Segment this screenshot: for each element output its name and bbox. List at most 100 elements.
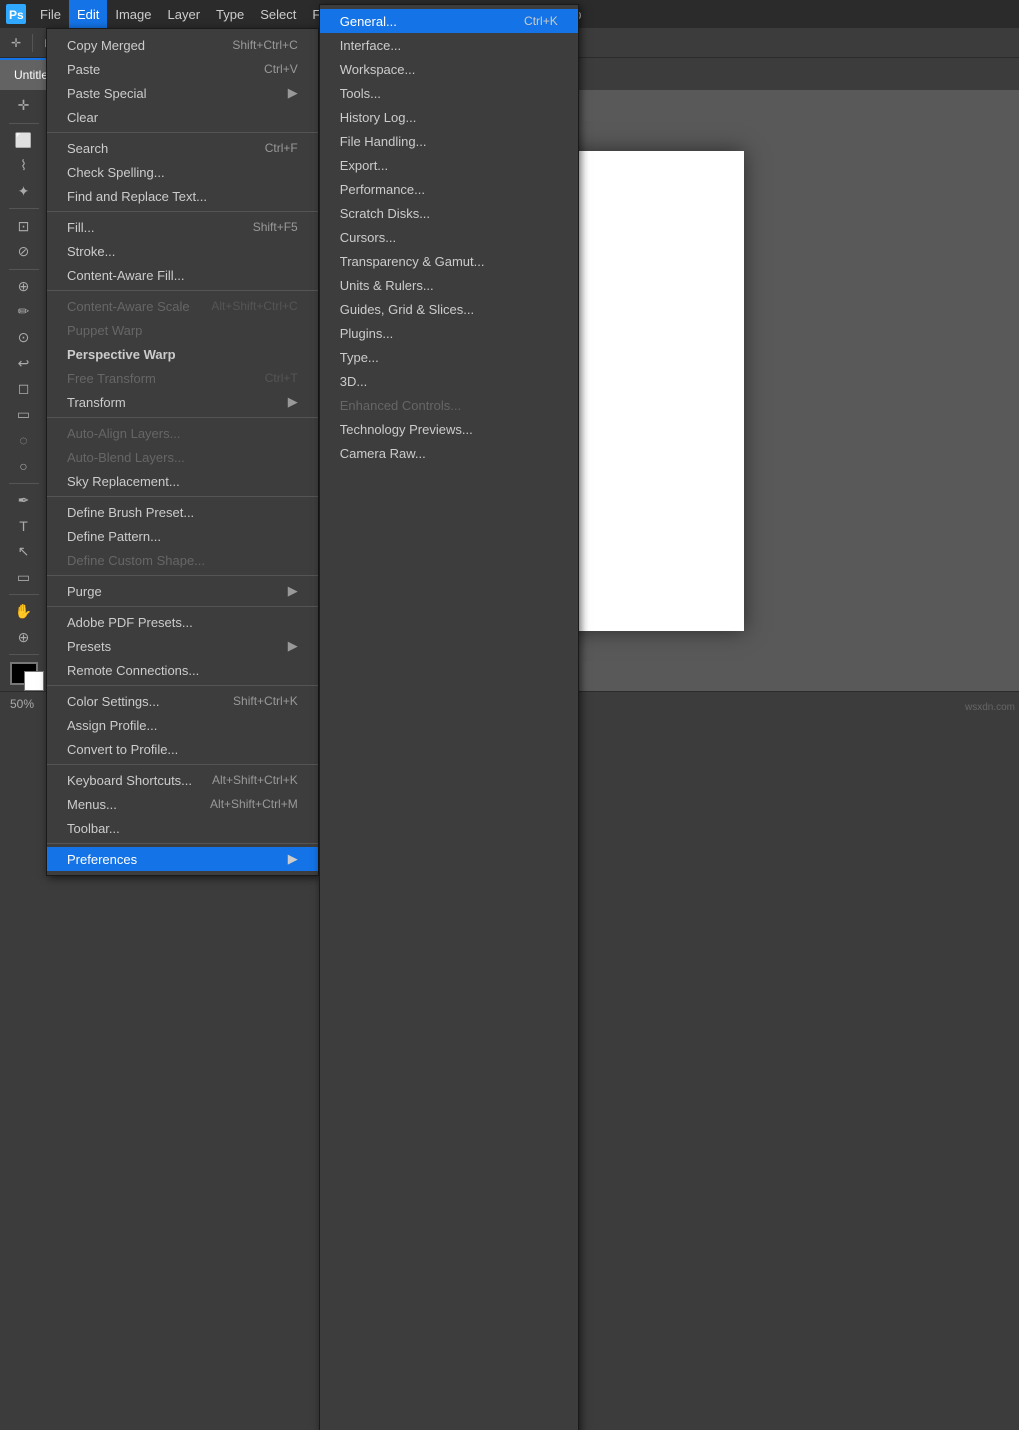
pref-transparency-gamut-item[interactable]: Transparency & Gamut... (320, 249, 578, 273)
keyboard-shortcuts-item[interactable]: Keyboard Shortcuts... Alt+Shift+Ctrl+K (47, 768, 318, 792)
search-label: Search (67, 141, 108, 156)
color-settings-label: Color Settings... (67, 694, 160, 709)
pref-units-rulers-item[interactable]: Units & Rulers... (320, 273, 578, 297)
check-spelling-item[interactable]: Check Spelling... (47, 160, 318, 184)
sep-2 (47, 211, 318, 212)
menu-type[interactable]: Type (208, 0, 252, 28)
remote-connections-label: Remote Connections... (67, 663, 199, 678)
zoom-tool[interactable]: ⊕ (6, 626, 42, 650)
toolbar-item[interactable]: Toolbar... (47, 816, 318, 840)
pref-cursors-label: Cursors... (340, 230, 396, 245)
clone-stamp-tool[interactable]: ⊙ (6, 326, 42, 350)
edit-menu: Copy Merged Shift+Ctrl+C Paste Ctrl+V Pa… (46, 28, 319, 876)
pref-file-handling-item[interactable]: File Handling... (320, 129, 578, 153)
convert-profile-label: Convert to Profile... (67, 742, 178, 757)
auto-align-item[interactable]: Auto-Align Layers... (47, 421, 318, 445)
pref-workspace-item[interactable]: Workspace... (320, 57, 578, 81)
brush-tool[interactable]: ✏ (6, 300, 42, 324)
pref-history-log-item[interactable]: History Log... (320, 105, 578, 129)
pref-enhanced-controls-label: Enhanced Controls... (340, 398, 461, 413)
pref-type-item[interactable]: Type... (320, 345, 578, 369)
transform-item[interactable]: Transform ▶ (47, 390, 318, 414)
pdf-presets-item[interactable]: Adobe PDF Presets... (47, 610, 318, 634)
menus-shortcut: Alt+Shift+Ctrl+M (210, 797, 298, 811)
convert-profile-item[interactable]: Convert to Profile... (47, 737, 318, 761)
pref-3d-item[interactable]: 3D... (320, 369, 578, 393)
sep-9 (47, 764, 318, 765)
blur-tool[interactable]: ◌ (6, 428, 42, 452)
preferences-item[interactable]: Preferences ▶ (47, 847, 318, 871)
type-tool[interactable]: T (6, 514, 42, 538)
eyedropper-tool[interactable]: ⊘ (6, 240, 42, 264)
presets-item[interactable]: Presets ▶ (47, 634, 318, 658)
clear-item[interactable]: Clear (47, 105, 318, 129)
svg-text:Ps: Ps (9, 8, 24, 22)
pref-export-item[interactable]: Export... (320, 153, 578, 177)
pref-performance-item[interactable]: Performance... (320, 177, 578, 201)
perspective-warp-label: Perspective Warp (67, 347, 176, 362)
pref-guides-grid-item[interactable]: Guides, Grid & Slices... (320, 297, 578, 321)
check-spelling-label: Check Spelling... (67, 165, 165, 180)
define-pattern-item[interactable]: Define Pattern... (47, 524, 318, 548)
path-select-tool[interactable]: ↖ (6, 540, 42, 564)
menu-layer[interactable]: Layer (160, 0, 209, 28)
healing-brush-tool[interactable]: ⊕ (6, 274, 42, 298)
content-aware-fill-item[interactable]: Content-Aware Fill... (47, 263, 318, 287)
background-color[interactable] (24, 671, 44, 691)
menu-file[interactable]: File (32, 0, 69, 28)
pref-tools-item[interactable]: Tools... (320, 81, 578, 105)
move-tool[interactable]: ✛ (6, 94, 42, 118)
presets-label: Presets (67, 639, 111, 654)
pref-history-log-label: History Log... (340, 110, 417, 125)
content-aware-scale-shortcut: Alt+Shift+Ctrl+C (211, 299, 297, 313)
pref-general-item[interactable]: General... Ctrl+K (320, 9, 578, 33)
pref-type-label: Type... (340, 350, 379, 365)
auto-blend-item[interactable]: Auto-Blend Layers... (47, 445, 318, 469)
pref-workspace-label: Workspace... (340, 62, 416, 77)
puppet-warp-item[interactable]: Puppet Warp (47, 318, 318, 342)
pref-tech-previews-item[interactable]: Technology Previews... (320, 417, 578, 441)
rect-select-tool[interactable]: ⬜ (6, 128, 42, 152)
foreground-color[interactable] (10, 662, 38, 685)
define-brush-item[interactable]: Define Brush Preset... (47, 500, 318, 524)
search-item[interactable]: Search Ctrl+F (47, 136, 318, 160)
pen-tool[interactable]: ✒ (6, 489, 42, 513)
menus-item[interactable]: Menus... Alt+Shift+Ctrl+M (47, 792, 318, 816)
paste-special-item[interactable]: Paste Special ▶ (47, 81, 318, 105)
auto-blend-label: Auto-Blend Layers... (67, 450, 185, 465)
free-transform-item[interactable]: Free Transform Ctrl+T (47, 366, 318, 390)
paste-item[interactable]: Paste Ctrl+V (47, 57, 318, 81)
pref-enhanced-controls-item[interactable]: Enhanced Controls... (320, 393, 578, 417)
dodge-tool[interactable]: ○ (6, 454, 42, 478)
perspective-warp-item[interactable]: Perspective Warp (47, 342, 318, 366)
pref-camera-raw-item[interactable]: Camera Raw... (320, 441, 578, 465)
menu-image[interactable]: Image (107, 0, 159, 28)
pref-cursors-item[interactable]: Cursors... (320, 225, 578, 249)
gradient-tool[interactable]: ▭ (6, 403, 42, 427)
remote-connections-item[interactable]: Remote Connections... (47, 658, 318, 682)
pref-scratch-disks-item[interactable]: Scratch Disks... (320, 201, 578, 225)
purge-item[interactable]: Purge ▶ (47, 579, 318, 603)
shape-tool[interactable]: ▭ (6, 566, 42, 590)
menu-edit[interactable]: Edit (69, 0, 107, 28)
pref-tech-previews-label: Technology Previews... (340, 422, 473, 437)
assign-profile-item[interactable]: Assign Profile... (47, 713, 318, 737)
pref-interface-item[interactable]: Interface... (320, 33, 578, 57)
fill-item[interactable]: Fill... Shift+F5 (47, 215, 318, 239)
sky-replacement-item[interactable]: Sky Replacement... (47, 469, 318, 493)
magic-wand-tool[interactable]: ✦ (6, 180, 42, 204)
find-replace-item[interactable]: Find and Replace Text... (47, 184, 318, 208)
stroke-item[interactable]: Stroke... (47, 239, 318, 263)
copy-merged-item[interactable]: Copy Merged Shift+Ctrl+C (47, 33, 318, 57)
color-settings-item[interactable]: Color Settings... Shift+Ctrl+K (47, 689, 318, 713)
define-custom-shape-item[interactable]: Define Custom Shape... (47, 548, 318, 572)
pref-plugins-item[interactable]: Plugins... (320, 321, 578, 345)
eraser-tool[interactable]: ◻ (6, 377, 42, 401)
hand-tool[interactable]: ✋ (6, 600, 42, 624)
content-aware-scale-item[interactable]: Content-Aware Scale Alt+Shift+Ctrl+C (47, 294, 318, 318)
history-brush-tool[interactable]: ↩ (6, 351, 42, 375)
lasso-tool[interactable]: ⌇ (6, 154, 42, 178)
crop-tool[interactable]: ⊡ (6, 214, 42, 238)
menu-select[interactable]: Select (252, 0, 304, 28)
move-tool-icon[interactable]: ✛ (6, 32, 26, 54)
